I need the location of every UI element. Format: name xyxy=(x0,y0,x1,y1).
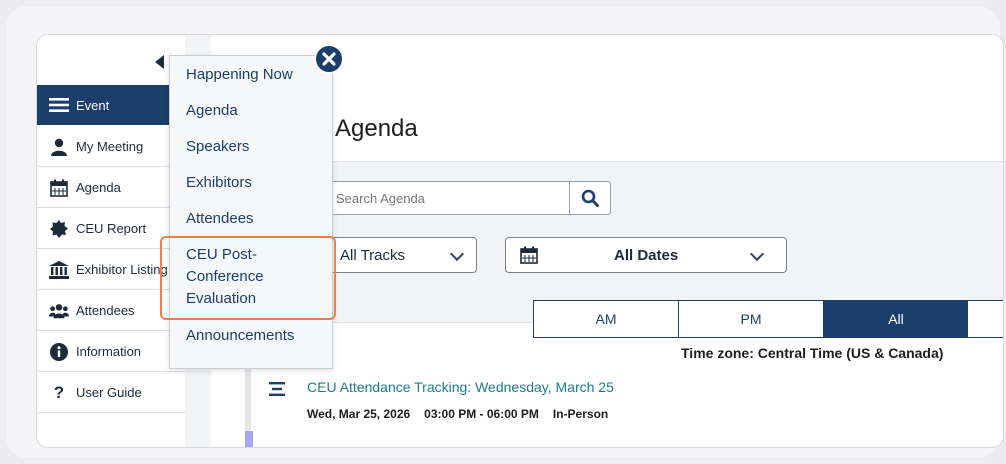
search-box xyxy=(301,181,611,215)
sidebar-item-information[interactable]: Information xyxy=(37,332,185,372)
menu-item-announcements[interactable]: Announcements xyxy=(186,325,294,347)
session-date: Wed, Mar 25, 2026 xyxy=(307,407,411,421)
sidebar-item-label: Agenda xyxy=(76,180,121,195)
close-menu-button[interactable] xyxy=(314,44,344,74)
menu-item-happening-now[interactable]: Happening Now xyxy=(186,64,293,86)
session-color-marker xyxy=(245,431,253,447)
event-dropdown-menu: Happening Now Agenda Speakers Exhibitors… xyxy=(169,55,333,369)
segment-extra xyxy=(968,300,1003,338)
sidebar-item-event[interactable]: Event xyxy=(37,85,185,125)
highlight-box xyxy=(160,236,336,320)
sidebar-item-label: Attendees xyxy=(76,303,135,318)
question-icon: ? xyxy=(53,382,65,402)
timezone-label: Time zone: Central Time (US & Canada) xyxy=(681,345,944,361)
session-track-bar xyxy=(245,365,251,437)
session-time: 03:00 PM - 06:00 PM xyxy=(424,407,539,421)
menu-item-agenda[interactable]: Agenda xyxy=(186,100,238,122)
sidebar-item-agenda[interactable]: Agenda xyxy=(37,168,185,208)
dates-select[interactable]: All Dates xyxy=(505,237,787,273)
menu-icon xyxy=(49,96,69,114)
building-icon xyxy=(49,260,69,279)
menu-item-speakers[interactable]: Speakers xyxy=(186,136,249,158)
menu-item-attendees[interactable]: Attendees xyxy=(186,208,254,230)
session-format: In-Person xyxy=(552,407,609,421)
sidebar-item-label: User Guide xyxy=(76,385,142,400)
search-icon xyxy=(581,189,599,207)
sidebar-item-label: CEU Report xyxy=(76,221,147,236)
collapse-sidebar-icon[interactable] xyxy=(155,55,164,69)
session-title-link[interactable]: CEU Attendance Tracking: Wednesday, Marc… xyxy=(307,379,614,395)
person-icon xyxy=(49,138,69,156)
search-input[interactable] xyxy=(302,182,568,214)
browser-window: Event My Meeting Agenda CEU Report Exhib… xyxy=(6,6,1004,458)
sidebar-item-label: Exhibitor Listing xyxy=(76,262,168,277)
close-icon xyxy=(322,52,336,66)
group-icon xyxy=(49,302,69,320)
segment-pm[interactable]: PM xyxy=(678,300,824,338)
menu-item-exhibitors[interactable]: Exhibitors xyxy=(186,172,252,194)
badge-icon xyxy=(49,219,69,238)
chevron-down-icon xyxy=(449,246,465,262)
chevron-down-icon xyxy=(749,246,765,262)
sidebar-item-label: Information xyxy=(76,344,142,359)
session-meta: Wed, Mar 25, 2026 03:00 PM - 06:00 PM In-P… xyxy=(307,407,622,421)
page-title: Agenda xyxy=(335,115,418,142)
segment-am[interactable]: AM xyxy=(533,300,679,338)
filter-lines-icon[interactable] xyxy=(269,382,285,401)
sidebar-item-label: Event xyxy=(76,97,110,113)
info-icon xyxy=(49,342,69,361)
segment-all[interactable]: All xyxy=(823,300,969,338)
sidebar-item-my-meeting[interactable]: My Meeting xyxy=(37,127,185,167)
dates-select-value: All Dates xyxy=(614,247,679,264)
sidebar-item-label: My Meeting xyxy=(76,139,144,154)
calendar-icon xyxy=(49,179,69,197)
search-button[interactable] xyxy=(569,182,610,214)
calendar-icon xyxy=(520,246,538,268)
sidebar-item-user-guide[interactable]: ? User Guide xyxy=(37,373,185,413)
